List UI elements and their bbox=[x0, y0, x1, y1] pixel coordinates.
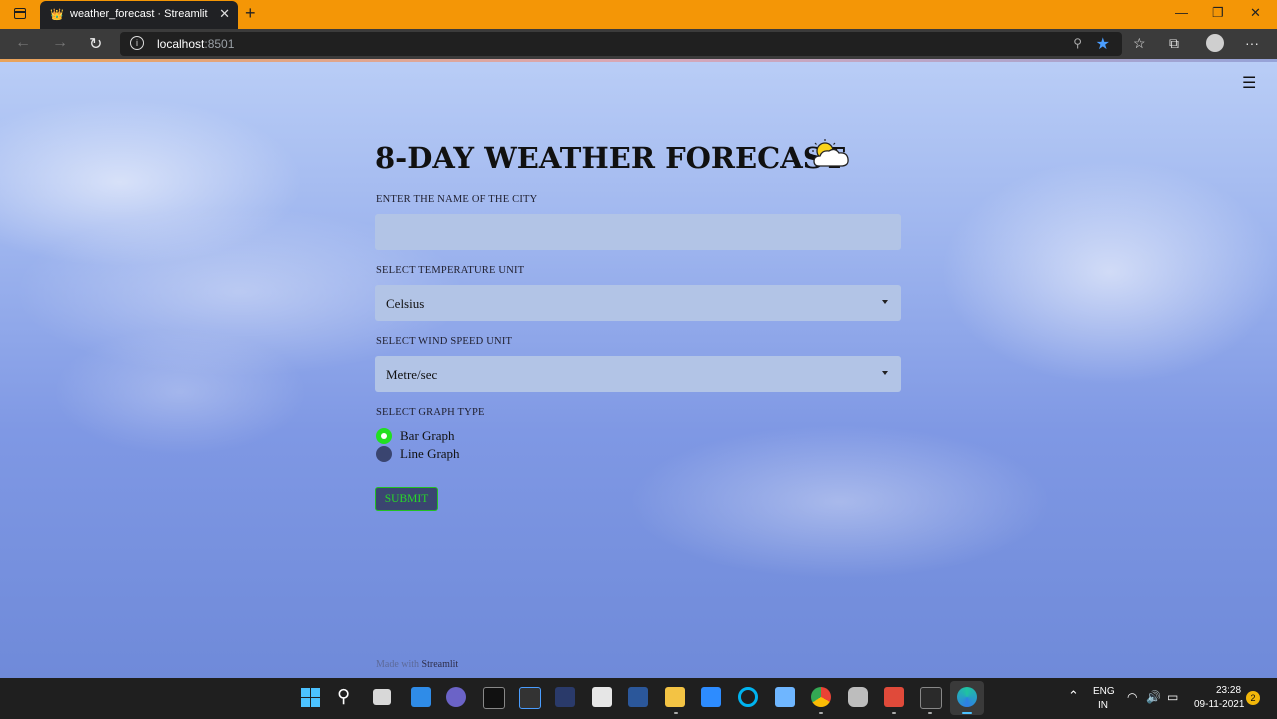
city-input-box bbox=[375, 214, 901, 250]
streamlit-favicon-icon: 👑 bbox=[50, 9, 64, 21]
temperature-unit-select[interactable]: Celsius bbox=[375, 285, 901, 321]
radio-label-bar-graph: Bar Graph bbox=[400, 428, 455, 443]
chevron-down-icon bbox=[882, 371, 888, 375]
address-bar-row: ← → ↻ i localhost:8501 ⚲ ★ bbox=[0, 29, 1277, 59]
url-port: :8501 bbox=[204, 37, 235, 51]
new-tab-icon[interactable]: + bbox=[245, 3, 256, 24]
page-title: 8-DAY WEATHER FORECAST bbox=[375, 141, 846, 175]
browser-tab-bar: 👑 weather_forecast · Streamlit ✕ + — ❐ ✕ bbox=[0, 0, 1277, 29]
footer: Made with Streamlit bbox=[376, 659, 458, 670]
tab-actions-icon[interactable] bbox=[14, 8, 26, 19]
notepad-icon[interactable] bbox=[592, 687, 612, 707]
database-icon[interactable] bbox=[848, 687, 868, 707]
edge-icon[interactable] bbox=[957, 687, 977, 707]
command-prompt-icon[interactable] bbox=[920, 687, 942, 709]
clock-date[interactable]: 09-11-2021 bbox=[1194, 699, 1244, 710]
start-icon[interactable] bbox=[301, 688, 320, 707]
restore-icon[interactable]: ❐ bbox=[1212, 5, 1224, 21]
favorite-star-icon[interactable]: ★ bbox=[1096, 34, 1110, 54]
presentation-icon[interactable] bbox=[884, 687, 904, 707]
minimize-icon[interactable]: — bbox=[1175, 5, 1188, 20]
app-page: ☰ 8-DAY WEATHER FORECAST ENTER THE NAME … bbox=[0, 62, 1277, 678]
windows-taskbar: ⚲ ⌃ ENG IN ◠ 🔊 ▭ 23:28 09-11-2021 bbox=[0, 678, 1277, 719]
footer-streamlit-link[interactable]: Streamlit bbox=[422, 659, 459, 670]
running-indicator bbox=[674, 712, 678, 714]
file-explorer-icon[interactable] bbox=[665, 687, 685, 707]
city-input[interactable] bbox=[375, 214, 901, 250]
running-indicator bbox=[892, 712, 896, 714]
hamburger-menu-icon[interactable]: ☰ bbox=[1242, 73, 1256, 93]
widgets-icon[interactable] bbox=[411, 687, 431, 707]
chevron-down-icon bbox=[882, 300, 888, 304]
graph-type-label: SELECT GRAPH TYPE bbox=[376, 407, 485, 418]
back-icon[interactable]: ← bbox=[15, 34, 31, 52]
task-view-icon[interactable] bbox=[373, 689, 391, 705]
alexa-icon[interactable] bbox=[738, 687, 758, 707]
profile-avatar[interactable] bbox=[1206, 34, 1224, 52]
wind-speed-unit-select[interactable]: Metre/sec bbox=[375, 356, 901, 392]
temperature-unit-label: SELECT TEMPERATURE UNIT bbox=[376, 265, 525, 276]
notification-badge[interactable]: 2 bbox=[1246, 691, 1260, 705]
terminal-icon[interactable] bbox=[483, 687, 505, 709]
zoom-app-icon[interactable] bbox=[701, 687, 721, 707]
language-line1[interactable]: ENG bbox=[1093, 686, 1115, 697]
notes-icon[interactable] bbox=[775, 687, 795, 707]
tab-title: weather_forecast · Streamlit bbox=[70, 8, 208, 20]
collections-icon[interactable]: ⧉ bbox=[1169, 35, 1179, 52]
favorites-icon[interactable]: ☆ bbox=[1133, 35, 1146, 52]
active-indicator bbox=[962, 712, 972, 714]
radio-label-line-graph: Line Graph bbox=[400, 446, 460, 461]
radio-selected-icon[interactable] bbox=[376, 428, 392, 444]
refresh-icon[interactable]: ↻ bbox=[89, 34, 102, 54]
sun-behind-cloud-icon bbox=[812, 139, 849, 167]
chrome-icon[interactable] bbox=[811, 687, 831, 707]
forward-icon[interactable]: → bbox=[52, 34, 68, 52]
browser-tab[interactable]: 👑 weather_forecast · Streamlit ✕ bbox=[40, 1, 238, 29]
wind-speed-unit-label: SELECT WIND SPEED UNIT bbox=[376, 336, 513, 347]
url-host: localhost bbox=[157, 37, 205, 51]
site-info-icon[interactable]: i bbox=[130, 36, 144, 50]
volume-icon[interactable]: 🔊 bbox=[1146, 690, 1161, 704]
dev-cpp-icon[interactable] bbox=[555, 687, 575, 707]
language-line2[interactable]: IN bbox=[1098, 700, 1108, 711]
wifi-icon[interactable]: ◠ bbox=[1127, 690, 1137, 704]
search-icon[interactable]: ⚲ bbox=[337, 686, 350, 707]
zoom-icon[interactable]: ⚲ bbox=[1073, 36, 1082, 50]
running-indicator bbox=[928, 712, 932, 714]
battery-icon[interactable]: ▭ bbox=[1167, 690, 1178, 704]
mysql-icon[interactable] bbox=[519, 687, 541, 709]
word-icon[interactable] bbox=[628, 687, 648, 707]
close-tab-icon[interactable]: ✕ bbox=[219, 6, 230, 22]
running-indicator bbox=[819, 712, 823, 714]
clock-time[interactable]: 23:28 bbox=[1216, 685, 1241, 696]
teams-chat-icon[interactable] bbox=[446, 687, 466, 707]
submit-button[interactable]: SUBMIT bbox=[375, 487, 438, 511]
radio-unselected-icon[interactable] bbox=[376, 446, 392, 462]
url-field[interactable]: i localhost:8501 ⚲ ★ bbox=[120, 32, 1122, 56]
chevron-up-icon[interactable]: ⌃ bbox=[1068, 688, 1079, 704]
more-options-icon[interactable]: ··· bbox=[1245, 35, 1259, 51]
close-window-icon[interactable]: ✕ bbox=[1250, 5, 1261, 21]
footer-prefix: Made with bbox=[376, 659, 420, 670]
city-label: ENTER THE NAME OF THE CITY bbox=[376, 194, 538, 205]
wind-speed-unit-value: Metre/sec bbox=[386, 367, 438, 382]
temperature-unit-value: Celsius bbox=[386, 296, 425, 311]
